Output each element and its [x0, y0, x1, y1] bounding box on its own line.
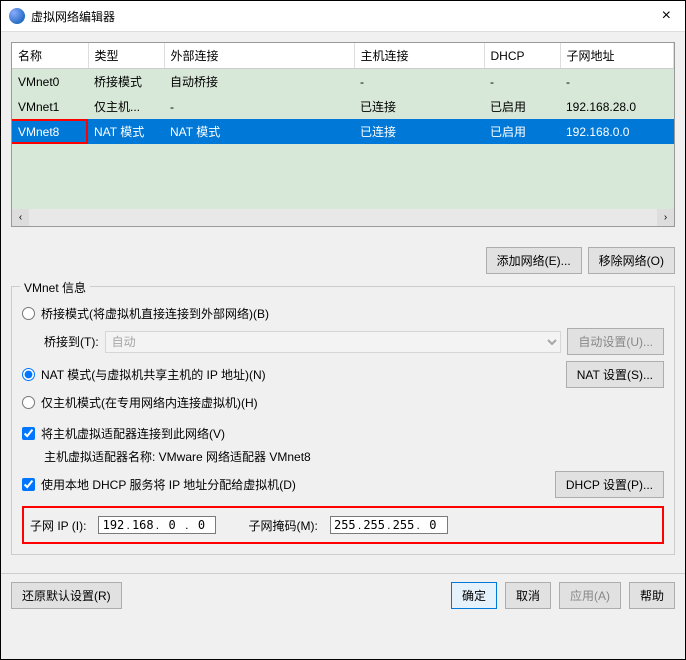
cell-name: VMnet0 [12, 69, 88, 94]
ip-octet-2[interactable] [131, 518, 155, 532]
col-type[interactable]: 类型 [88, 43, 164, 69]
subnet-row: 子网 IP (I): . . . 子网掩码(M): . . . [22, 506, 664, 544]
cancel-button[interactable]: 取消 [505, 582, 551, 609]
bridge-to-combo: 自动 [105, 331, 562, 353]
host-adapter-checkbox-label[interactable]: 将主机虚拟适配器连接到此网络(V) [22, 425, 225, 442]
cell-ext: NAT 模式 [164, 119, 354, 144]
cell-subnet: 192.168.0.0 [560, 119, 674, 144]
remove-network-button[interactable]: 移除网络(O) [588, 247, 675, 274]
host-adapter-checkbox[interactable] [22, 427, 35, 440]
titlebar: 虚拟网络编辑器 × [1, 1, 685, 32]
dhcp-settings-button[interactable]: DHCP 设置(P)... [555, 471, 664, 498]
scroll-track[interactable] [29, 209, 657, 226]
nat-settings-button[interactable]: NAT 设置(S)... [566, 361, 664, 388]
cell-type: NAT 模式 [88, 119, 164, 144]
cell-name: VMnet1 [12, 94, 88, 119]
subnet-ip-label: 子网 IP (I): [30, 517, 86, 534]
cell-dhcp: 已启用 [484, 119, 560, 144]
cell-dhcp: 已启用 [484, 94, 560, 119]
col-name[interactable]: 名称 [12, 43, 88, 69]
mask-octet-2[interactable] [362, 518, 386, 532]
cell-name: VMnet8 [12, 119, 88, 144]
table-header-row[interactable]: 名称 类型 外部连接 主机连接 DHCP 子网地址 [12, 43, 674, 69]
cell-ext: - [164, 94, 354, 119]
ok-button[interactable]: 确定 [451, 582, 497, 609]
close-icon[interactable]: × [656, 7, 677, 25]
bridge-mode-radio-label[interactable]: 桥接模式(将虚拟机直接连接到外部网络)(B) [22, 305, 269, 322]
mask-octet-1[interactable] [333, 518, 357, 532]
cell-host: 已连接 [354, 94, 484, 119]
table-row[interactable]: VMnet0桥接模式自动桥接--- [12, 69, 674, 94]
ip-octet-1[interactable] [101, 518, 125, 532]
ip-octet-3[interactable] [160, 518, 184, 532]
network-table: 名称 类型 外部连接 主机连接 DHCP 子网地址 VMnet0桥接模式自动桥接… [11, 42, 675, 227]
mask-octet-3[interactable] [392, 518, 416, 532]
cell-host: - [354, 69, 484, 94]
cell-subnet: 192.168.28.0 [560, 94, 674, 119]
table-row[interactable]: VMnet1仅主机...-已连接已启用192.168.28.0 [12, 94, 674, 119]
nat-mode-radio[interactable] [22, 368, 35, 381]
cell-ext: 自动桥接 [164, 69, 354, 94]
col-dhcp[interactable]: DHCP [484, 43, 560, 69]
cell-subnet: - [560, 69, 674, 94]
vmnet-info-fieldset: VMnet 信息 桥接模式(将虚拟机直接连接到外部网络)(B) 桥接到(T): … [11, 286, 675, 555]
col-subnet[interactable]: 子网地址 [560, 43, 674, 69]
help-button[interactable]: 帮助 [629, 582, 675, 609]
col-host[interactable]: 主机连接 [354, 43, 484, 69]
fieldset-legend: VMnet 信息 [20, 279, 90, 296]
dialog-buttons: 还原默认设置(R) 确定 取消 应用(A) 帮助 [1, 573, 685, 617]
hostonly-mode-radio-label[interactable]: 仅主机模式(在专用网络内连接虚拟机)(H) [22, 394, 258, 411]
cell-type: 桥接模式 [88, 69, 164, 94]
window-title: 虚拟网络编辑器 [31, 8, 656, 25]
subnet-mask-label: 子网掩码(M): [248, 517, 317, 534]
bridge-to-label: 桥接到(T): [44, 333, 99, 350]
dhcp-checkbox-label[interactable]: 使用本地 DHCP 服务将 IP 地址分配给虚拟机(D) [22, 476, 296, 493]
subnet-ip-field[interactable]: . . . [98, 516, 216, 534]
scroll-right-icon[interactable]: › [657, 209, 674, 226]
restore-defaults-button[interactable]: 还原默认设置(R) [11, 582, 122, 609]
subnet-mask-field[interactable]: . . . [330, 516, 448, 534]
auto-settings-button: 自动设置(U)... [567, 328, 664, 355]
cell-dhcp: - [484, 69, 560, 94]
table-row[interactable]: VMnet8NAT 模式NAT 模式已连接已启用192.168.0.0 [12, 119, 674, 144]
horizontal-scrollbar[interactable]: ‹ › [12, 209, 674, 226]
hostonly-mode-radio[interactable] [22, 396, 35, 409]
apply-button[interactable]: 应用(A) [559, 582, 621, 609]
cell-host: 已连接 [354, 119, 484, 144]
ip-octet-4[interactable] [189, 518, 213, 532]
host-adapter-name: 主机虚拟适配器名称: VMware 网络适配器 VMnet8 [44, 448, 311, 465]
mask-octet-4[interactable] [421, 518, 445, 532]
col-ext[interactable]: 外部连接 [164, 43, 354, 69]
dhcp-checkbox[interactable] [22, 478, 35, 491]
app-icon [9, 8, 25, 24]
cell-type: 仅主机... [88, 94, 164, 119]
nat-mode-radio-label[interactable]: NAT 模式(与虚拟机共享主机的 IP 地址)(N) [22, 366, 266, 383]
bridge-mode-radio[interactable] [22, 307, 35, 320]
scroll-left-icon[interactable]: ‹ [12, 209, 29, 226]
add-network-button[interactable]: 添加网络(E)... [486, 247, 582, 274]
